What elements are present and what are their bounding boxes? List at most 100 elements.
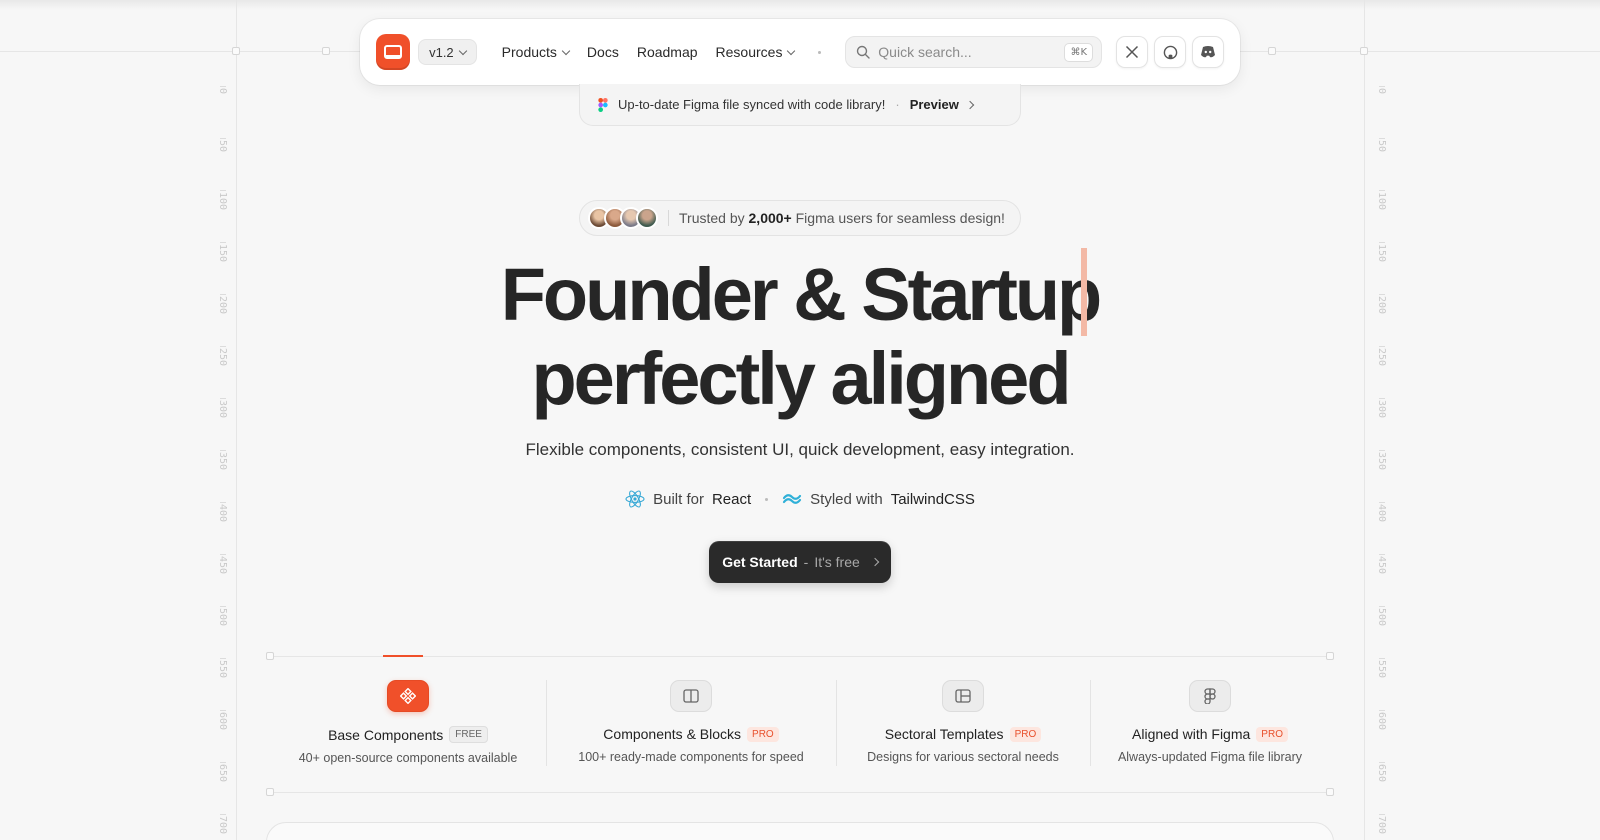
window-top-shadow xyxy=(0,0,1600,10)
ruler-tick: 100 xyxy=(1373,190,1393,244)
guide-node xyxy=(1326,652,1334,660)
free-badge: FREE xyxy=(449,726,488,743)
discord-icon xyxy=(1201,46,1216,58)
built-prefix: Built for xyxy=(653,490,704,508)
feature-title: Components & Blocks PRO xyxy=(603,726,779,742)
ruler-tick-label: 600 xyxy=(1376,712,1387,731)
announcement-banner[interactable]: Up-to-date Figma file synced with code l… xyxy=(579,84,1021,126)
tailwind-icon xyxy=(783,494,802,504)
figma-icon xyxy=(598,97,608,112)
active-tab-indicator xyxy=(383,655,423,657)
ruler-tick: 600 xyxy=(214,710,234,764)
guide-line-right xyxy=(1364,0,1365,840)
features-row: Base Components FREE 40+ open-source comp… xyxy=(270,680,1330,780)
x-icon xyxy=(1125,45,1139,59)
feature-description: 100+ ready-made components for speed xyxy=(578,750,804,764)
ruler-tick: 400 xyxy=(1373,502,1393,556)
x-button[interactable] xyxy=(1116,36,1149,68)
divider xyxy=(668,210,669,226)
feature-base-components[interactable]: Base Components FREE 40+ open-source comp… xyxy=(270,680,546,780)
blocks-icon xyxy=(683,689,699,703)
nav-products[interactable]: Products xyxy=(502,44,571,60)
ruler-tick-label: 50 xyxy=(1376,140,1387,153)
chevron-right-icon xyxy=(870,557,880,567)
banner-preview-link[interactable]: Preview xyxy=(909,97,975,112)
feature-title: Base Components FREE xyxy=(328,726,488,743)
features-bottom-line xyxy=(270,792,1330,793)
feature-icon-box xyxy=(942,680,984,712)
nav-roadmap[interactable]: Roadmap xyxy=(637,44,698,60)
dot-separator xyxy=(765,497,769,501)
ruler-tick-label: 650 xyxy=(217,764,228,783)
trusted-pill: Trusted by 2,000+ Figma users for seamle… xyxy=(579,200,1021,236)
banner-preview-label: Preview xyxy=(909,97,959,112)
guide-node xyxy=(266,788,274,796)
next-section-card xyxy=(266,822,1334,840)
chevron-down-icon xyxy=(787,46,796,55)
hero-title-line2: perfectly aligned xyxy=(531,337,1071,420)
guide-line-left xyxy=(236,0,237,840)
nav-docs[interactable]: Docs xyxy=(587,44,619,60)
version-label: v1.2 xyxy=(429,44,454,60)
feature-title-text: Components & Blocks xyxy=(603,726,742,742)
search-input[interactable] xyxy=(878,44,1065,60)
feature-title-text: Aligned with Figma xyxy=(1132,726,1251,742)
guide-node xyxy=(1326,788,1334,796)
feature-components-blocks[interactable]: Components & Blocks PRO 100+ ready-made c… xyxy=(546,680,836,780)
pro-badge: PRO xyxy=(1256,726,1288,742)
built-for-react: Built for React xyxy=(625,490,751,508)
ruler-tick-label: 50 xyxy=(217,140,228,153)
ruler-tick-label: 700 xyxy=(1376,816,1387,835)
github-icon xyxy=(1163,45,1177,59)
ruler-tick: 450 xyxy=(214,554,234,608)
ruler-tick-label: 700 xyxy=(217,816,228,835)
pro-badge: PRO xyxy=(747,726,779,742)
ruler-tick: 650 xyxy=(1373,762,1393,816)
feature-sectoral-templates[interactable]: Sectoral Templates PRO Designs for variou… xyxy=(836,680,1090,780)
nav-resources-label: Resources xyxy=(715,44,783,60)
version-selector[interactable]: v1.2 xyxy=(418,39,477,65)
guide-node xyxy=(1268,47,1276,55)
feature-icon-box xyxy=(1189,680,1231,712)
trusted-count: 2,000+ xyxy=(748,210,792,226)
guide-node xyxy=(232,47,240,55)
chevron-right-icon xyxy=(965,100,975,109)
logo[interactable] xyxy=(376,34,411,70)
feature-aligned-figma[interactable]: Aligned with Figma PRO Always-updated Fig… xyxy=(1090,680,1330,780)
get-started-button[interactable]: Get Started - It's free xyxy=(709,541,891,583)
discord-button[interactable] xyxy=(1192,36,1225,68)
cta-sub: It's free xyxy=(814,554,860,570)
ruler-tick-label: 450 xyxy=(217,556,228,575)
ruler-tick-label: 100 xyxy=(1376,192,1387,211)
nav-resources[interactable]: Resources xyxy=(715,44,796,60)
trusted-text: Trusted by 2,000+ Figma users for seamle… xyxy=(679,210,1005,226)
feature-title: Aligned with Figma PRO xyxy=(1132,726,1288,742)
components-icon xyxy=(400,688,416,704)
feature-description: Always-updated Figma file library xyxy=(1117,750,1303,764)
feature-title-text: Base Components xyxy=(328,726,444,743)
ruler-tick-label: 100 xyxy=(217,192,228,211)
ruler-tick: 650 xyxy=(214,762,234,816)
ruler-tick: 0 xyxy=(214,86,234,140)
ruler-tick: 550 xyxy=(214,658,234,712)
styled-with-tailwind: Styled with TailwindCSS xyxy=(782,491,975,508)
cta-label: Get Started xyxy=(722,554,798,570)
feature-icon-box xyxy=(387,680,429,712)
ruler-tick: 100 xyxy=(214,190,234,244)
ruler-tick: 500 xyxy=(214,606,234,660)
top-navbar: v1.2 Products Docs Roadmap Resources ⌘K xyxy=(360,19,1240,85)
github-button[interactable] xyxy=(1154,36,1187,68)
ruler-tick-label: 450 xyxy=(1376,556,1387,575)
tech-stack: Built for React Styled with TailwindCSS xyxy=(0,490,1600,508)
nav-roadmap-label: Roadmap xyxy=(636,44,698,60)
trusted-suffix: Figma users for seamless design! xyxy=(795,210,1005,226)
chevron-down-icon xyxy=(458,46,467,55)
ruler-tick: 600 xyxy=(1373,710,1393,764)
built-name: React xyxy=(711,490,752,508)
feature-description: 40+ open-source components available xyxy=(298,751,518,765)
search-icon xyxy=(857,45,870,59)
guide-node xyxy=(1360,47,1368,55)
ruler-tick: 700 xyxy=(214,814,234,840)
search-box[interactable]: ⌘K xyxy=(845,36,1103,68)
ruler-tick: 50 xyxy=(214,138,234,192)
